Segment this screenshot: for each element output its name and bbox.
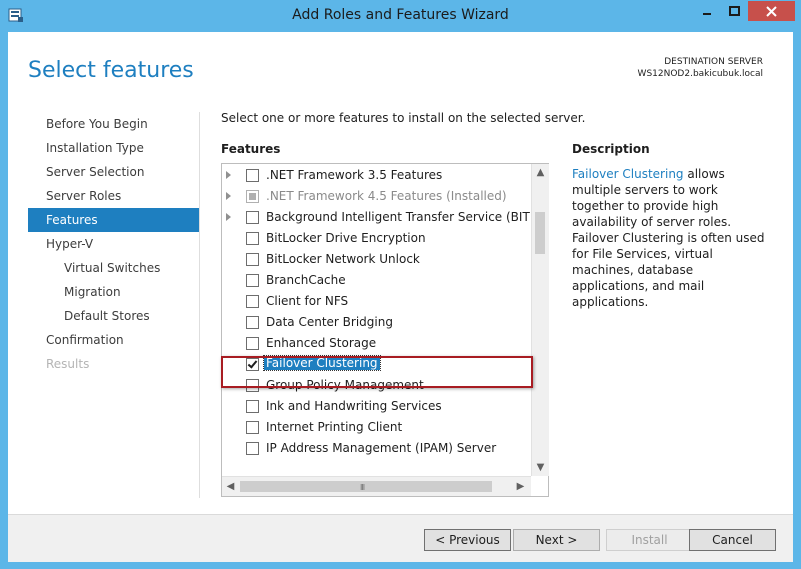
nav-features[interactable]: Features <box>28 208 199 232</box>
nav-server-roles[interactable]: Server Roles <box>28 184 199 208</box>
maximize-icon <box>728 6 740 16</box>
feature-label: Data Center Bridging <box>266 315 393 329</box>
feature-row[interactable]: Ink and Handwriting Services <box>222 396 530 417</box>
nav-migration[interactable]: Migration <box>28 280 199 304</box>
previous-button[interactable]: < Previous <box>424 529 511 551</box>
wizard-content: Select features DESTINATION SERVER WS12N… <box>8 32 793 562</box>
wizard-footer: < Previous Next > Install Cancel <box>8 514 793 562</box>
feature-row[interactable]: .NET Framework 4.5 Features (Installed) <box>222 186 530 207</box>
feature-row[interactable]: Enhanced Storage <box>222 333 530 354</box>
feature-row[interactable]: IP Address Management (IPAM) Server <box>222 438 530 459</box>
expand-arrow-icon[interactable] <box>226 192 231 200</box>
destination-server-name: WS12NOD2.bakicubuk.local <box>637 69 763 79</box>
scroll-up-button[interactable]: ▲ <box>532 164 549 181</box>
features-list-items: .NET Framework 3.5 Features .NET Framewor… <box>222 164 530 476</box>
feature-row[interactable]: Data Center Bridging <box>222 312 530 333</box>
highlight-annotation <box>221 356 533 388</box>
description-body: allows multiple servers to work together… <box>572 167 765 309</box>
nav-confirmation[interactable]: Confirmation <box>28 328 199 352</box>
minimize-icon <box>702 13 711 15</box>
nav-hyper-v[interactable]: Hyper-V <box>28 232 199 256</box>
feature-label: IP Address Management (IPAM) Server <box>266 441 497 455</box>
features-heading: Features <box>221 142 281 156</box>
description-link[interactable]: Failover Clustering <box>572 167 684 181</box>
window-title: Add Roles and Features Wizard <box>292 7 509 23</box>
feature-row[interactable]: .NET Framework 3.5 Features <box>222 165 530 186</box>
nav-results: Results <box>46 357 90 371</box>
feature-checkbox[interactable] <box>246 421 259 434</box>
description-text: Failover Clustering allows multiple serv… <box>572 166 772 310</box>
minimize-button[interactable] <box>693 1 720 21</box>
feature-row[interactable]: Background Intelligent Transfer Service … <box>222 207 530 228</box>
instructions-text: Select one or more features to install o… <box>221 111 586 125</box>
feature-label: Client for NFS <box>266 294 349 308</box>
feature-label: Internet Printing Client <box>266 420 403 434</box>
maximize-button[interactable] <box>720 1 748 21</box>
nav-virtual-switches[interactable]: Virtual Switches <box>28 256 199 280</box>
feature-checkbox[interactable] <box>246 442 259 455</box>
nav-default-stores[interactable]: Default Stores <box>28 304 199 328</box>
close-button[interactable] <box>748 1 795 21</box>
page-title: Select features <box>28 58 194 83</box>
feature-checkbox[interactable] <box>246 316 259 329</box>
scroll-left-button[interactable]: ◀ <box>222 478 239 495</box>
close-icon <box>766 5 777 17</box>
feature-label: .NET Framework 4.5 Features (Installed) <box>266 189 507 203</box>
feature-label: BitLocker Drive Encryption <box>266 231 426 245</box>
feature-row[interactable]: Client for NFS <box>222 291 530 312</box>
feature-checkbox[interactable] <box>246 400 259 413</box>
window-frame: Add Roles and Features Wizard Select fea… <box>0 0 801 569</box>
feature-checkbox[interactable] <box>246 337 259 350</box>
vertical-scrollbar[interactable]: ▲ ▼ <box>531 164 549 476</box>
feature-label: Background Intelligent Transfer Service … <box>266 210 530 224</box>
scroll-right-button[interactable]: ▶ <box>512 478 529 495</box>
feature-checkbox[interactable] <box>246 232 259 245</box>
feature-checkbox[interactable] <box>246 211 259 224</box>
nav-server-selection[interactable]: Server Selection <box>28 160 199 184</box>
feature-label: Ink and Handwriting Services <box>266 399 442 413</box>
expand-arrow-icon[interactable] <box>226 171 231 179</box>
feature-row[interactable]: BranchCache <box>222 270 530 291</box>
install-button: Install <box>606 529 693 551</box>
feature-checkbox[interactable] <box>246 274 259 287</box>
nav-divider <box>199 112 200 498</box>
horizontal-scroll-thumb[interactable]: III <box>240 481 492 492</box>
feature-checkbox <box>246 190 259 203</box>
feature-checkbox[interactable] <box>246 253 259 266</box>
vertical-scroll-thumb[interactable] <box>535 212 545 254</box>
feature-row[interactable]: BitLocker Drive Encryption <box>222 228 530 249</box>
nav-installation-type[interactable]: Installation Type <box>28 136 199 160</box>
scroll-down-button[interactable]: ▼ <box>532 459 549 476</box>
feature-label: BitLocker Network Unlock <box>266 252 420 266</box>
next-button[interactable]: Next > <box>513 529 600 551</box>
expand-arrow-icon[interactable] <box>226 213 231 221</box>
cancel-button[interactable]: Cancel <box>689 529 776 551</box>
feature-row[interactable]: Internet Printing Client <box>222 417 530 438</box>
feature-label: BranchCache <box>266 273 346 287</box>
feature-label: .NET Framework 3.5 Features <box>266 168 443 182</box>
feature-row[interactable]: BitLocker Network Unlock <box>222 249 530 270</box>
feature-checkbox[interactable] <box>246 169 259 182</box>
features-list[interactable]: .NET Framework 3.5 Features .NET Framewor… <box>221 163 549 497</box>
wizard-nav: Before You Begin Installation Type Serve… <box>28 112 199 376</box>
description-heading: Description <box>572 142 650 156</box>
nav-before-you-begin[interactable]: Before You Begin <box>28 112 199 136</box>
horizontal-scrollbar[interactable]: ◀ III ▶ <box>222 476 531 496</box>
title-bar[interactable]: Add Roles and Features Wizard <box>0 0 801 32</box>
feature-label: Enhanced Storage <box>266 336 377 350</box>
destination-server-label: DESTINATION SERVER <box>664 57 763 67</box>
scroll-grip: III <box>360 483 365 492</box>
feature-checkbox[interactable] <box>246 295 259 308</box>
